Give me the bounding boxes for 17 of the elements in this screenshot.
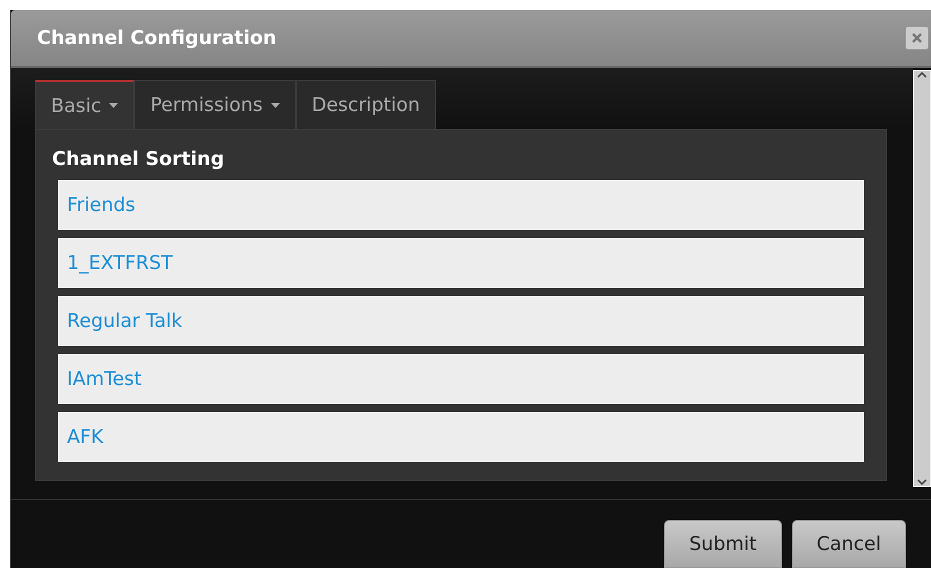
- tab[interactable]: Description: [296, 80, 436, 129]
- channel-item[interactable]: Friends: [58, 180, 864, 230]
- close-button[interactable]: [905, 26, 929, 50]
- tab[interactable]: Permissions: [134, 80, 296, 129]
- close-icon: [912, 33, 922, 43]
- channel-item[interactable]: 1_EXTFRST: [58, 238, 864, 288]
- caret-icon: [109, 103, 118, 108]
- section-heading: Channel Sorting: [52, 148, 226, 170]
- channel-item[interactable]: IAmTest: [58, 354, 864, 404]
- scrollbar[interactable]: [913, 70, 931, 487]
- window-title: Channel Configuration: [37, 27, 276, 49]
- dialog-button[interactable]: Cancel: [792, 520, 906, 568]
- tab[interactable]: Basic: [35, 80, 134, 129]
- channel-item[interactable]: Regular Talk: [58, 296, 864, 346]
- dialog-button[interactable]: Submit: [664, 520, 782, 568]
- caret-icon: [270, 102, 280, 108]
- channel-item[interactable]: AFK: [58, 412, 864, 462]
